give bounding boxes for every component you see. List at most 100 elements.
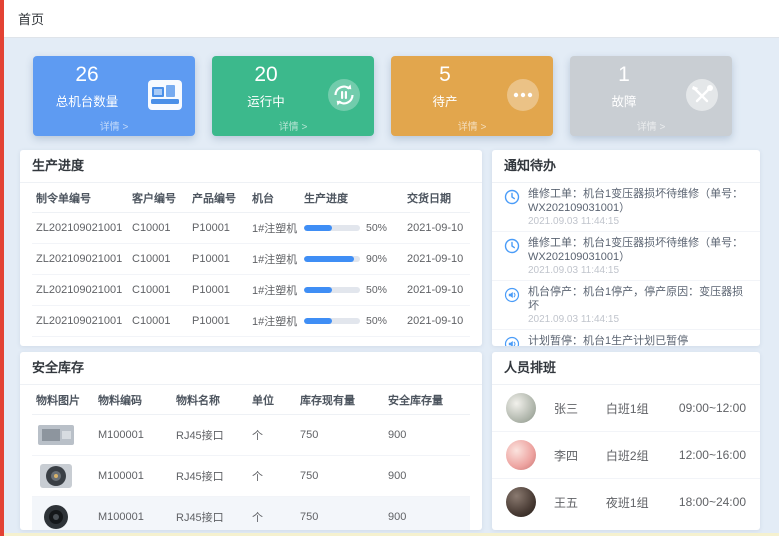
inventory-row: M100001 RJ45接口 个 750 900 bbox=[32, 456, 470, 497]
inventory-header-row: 物料图片 物料编码 物料名称 单位 库存现有量 安全库存量 bbox=[32, 385, 470, 415]
material-name: RJ45接口 bbox=[172, 456, 248, 497]
employee-name: 张三 bbox=[554, 400, 606, 417]
progress-cell: 50% bbox=[300, 213, 403, 244]
dashboard-screen: 首页 26 总机台数量 详情 > 20 运行中 详情 > 5 待产 详情 > 1… bbox=[0, 0, 779, 536]
production-row: ZL202109021001 C10001 P10001 1#注塑机 50% 2… bbox=[32, 213, 470, 244]
column-header: 物料图片 bbox=[32, 385, 94, 415]
progress-cell: 50% bbox=[300, 306, 403, 337]
shift-time: 09:00~12:00 bbox=[679, 401, 746, 415]
notification-item[interactable]: 机台停产：机台1停产，停产原因：变压器损坏 2021.09.03 11:44:1… bbox=[492, 281, 760, 330]
column-header: 物料名称 bbox=[172, 385, 248, 415]
detail-link[interactable]: 详情 > bbox=[33, 118, 195, 133]
notification-item[interactable]: 维修工单：机台1变压器损坏待维修（单号：WX202109031001） 2021… bbox=[492, 183, 760, 232]
machine-name: 1#注塑机 bbox=[248, 306, 300, 337]
panel-title-inventory: 安全库存 bbox=[20, 352, 482, 385]
progress-text: 50% bbox=[366, 222, 387, 234]
delivery-date: 2021-09-10 bbox=[403, 213, 470, 244]
order-number: ZL202109021001 bbox=[32, 306, 128, 337]
column-header: 生产进度 bbox=[300, 183, 403, 213]
tools-icon bbox=[684, 77, 720, 113]
clock-icon bbox=[504, 189, 520, 205]
shift-time: 18:00~24:00 bbox=[679, 495, 746, 509]
material-code: M100001 bbox=[94, 497, 172, 531]
column-header: 机台 bbox=[248, 183, 300, 213]
column-header: 制令单编号 bbox=[32, 183, 128, 213]
progress-fill bbox=[304, 256, 354, 262]
column-header: 客户编号 bbox=[128, 183, 188, 213]
inventory-table: 物料图片 物料编码 物料名称 单位 库存现有量 安全库存量 M100001 RJ… bbox=[32, 385, 470, 530]
customer-number: C10001 bbox=[128, 213, 188, 244]
notification-body: 维修工单：机台1变压器损坏待维修（单号：WX202109031001） 2021… bbox=[528, 187, 748, 227]
tab-home[interactable]: 首页 bbox=[18, 9, 44, 28]
progress-text: 50% bbox=[366, 315, 387, 327]
column-header: 库存现有量 bbox=[296, 385, 384, 415]
notification-body: 计划暂停：机台1生产计划已暂停 2021.09.03 11:44:15 bbox=[528, 334, 688, 346]
stat-label: 待产 bbox=[391, 91, 499, 110]
progress-track bbox=[304, 225, 360, 231]
column-header: 单位 bbox=[248, 385, 296, 415]
detail-link[interactable]: 详情 > bbox=[570, 118, 732, 133]
product-number: P10001 bbox=[188, 244, 248, 275]
detail-link[interactable]: 详情 > bbox=[391, 118, 553, 133]
panel-title-production: 生产进度 bbox=[20, 150, 482, 183]
material-code: M100001 bbox=[94, 456, 172, 497]
avatar bbox=[506, 393, 536, 423]
progress-text: 50% bbox=[366, 284, 387, 296]
shift-time: 12:00~16:00 bbox=[679, 448, 746, 462]
production-row: ZL202109021001 C10001 P10001 1#注塑机 50% 2… bbox=[32, 337, 470, 347]
notifications-panel: 通知待办 维修工单：机台1变压器损坏待维修（单号：WX202109031001）… bbox=[492, 150, 760, 346]
avatar bbox=[506, 487, 536, 517]
safety-quantity: 900 bbox=[384, 415, 470, 456]
stat-value: 20 bbox=[212, 63, 320, 87]
notification-list: 维修工单：机台1变压器损坏待维修（单号：WX202109031001） 2021… bbox=[492, 183, 760, 346]
customer-number: C10001 bbox=[128, 275, 188, 306]
machine-name: 1#注塑机 bbox=[248, 337, 300, 347]
progress-track bbox=[304, 318, 360, 324]
notification-body: 机台停产：机台1停产，停产原因：变压器损坏 2021.09.03 11:44:1… bbox=[528, 285, 748, 325]
progress-fill bbox=[304, 225, 332, 231]
notification-text: 维修工单：机台1变压器损坏待维修（单号：WX202109031001） bbox=[528, 187, 748, 215]
machine-name: 1#注塑机 bbox=[248, 213, 300, 244]
notification-text: 机台停产：机台1停产，停产原因：变压器损坏 bbox=[528, 285, 748, 313]
delivery-date: 2021-09-10 bbox=[403, 275, 470, 306]
running-icon bbox=[326, 77, 362, 113]
stat-card-total-machines: 26 总机台数量 详情 > bbox=[33, 56, 195, 136]
column-header: 交货日期 bbox=[403, 183, 470, 213]
topbar: 首页 bbox=[4, 0, 779, 38]
stat-value: 26 bbox=[33, 63, 141, 87]
customer-number: C10001 bbox=[128, 337, 188, 347]
personnel-schedule-panel: 人员排班 张三 白班1组 09:00~12:00 李四 白班2组 12:00~1… bbox=[492, 352, 760, 530]
stat-label: 运行中 bbox=[212, 91, 320, 110]
notification-time: 2021.09.03 11:44:15 bbox=[528, 265, 748, 276]
material-unit: 个 bbox=[248, 415, 296, 456]
product-number: P10001 bbox=[188, 213, 248, 244]
shift-label: 白班2组 bbox=[606, 447, 679, 464]
notification-text: 计划暂停：机台1生产计划已暂停 bbox=[528, 334, 688, 346]
progress-track bbox=[304, 256, 360, 262]
progress-cell: 50% bbox=[300, 275, 403, 306]
material-image-speaker bbox=[36, 503, 76, 530]
notification-time: 2021.09.03 11:44:15 bbox=[528, 314, 748, 325]
notification-item[interactable]: 计划暂停：机台1生产计划已暂停 2021.09.03 11:44:15 bbox=[492, 330, 760, 346]
clock-icon bbox=[504, 238, 520, 254]
order-number: ZL202109021001 bbox=[32, 337, 128, 347]
schedule-row: 李四 白班2组 12:00~16:00 bbox=[492, 432, 760, 479]
stat-value: 5 bbox=[391, 63, 499, 87]
safety-quantity: 900 bbox=[384, 456, 470, 497]
material-unit: 个 bbox=[248, 456, 296, 497]
panel-title-notifications: 通知待办 bbox=[492, 150, 760, 183]
notification-item[interactable]: 维修工单：机台1变压器损坏待维修（单号：WX202109031001） 2021… bbox=[492, 232, 760, 281]
material-name: RJ45接口 bbox=[172, 497, 248, 531]
material-image-cell bbox=[32, 456, 94, 497]
production-progress-panel: 生产进度 制令单编号 客户编号 产品编号 机台 生产进度 交货日期 Z bbox=[20, 150, 482, 346]
production-table: 制令单编号 客户编号 产品编号 机台 生产进度 交货日期 ZL202109021… bbox=[32, 183, 470, 346]
notification-time: 2021.09.03 11:44:15 bbox=[528, 216, 748, 227]
material-image-cell bbox=[32, 415, 94, 456]
detail-link[interactable]: 详情 > bbox=[212, 118, 374, 133]
shift-label: 夜班1组 bbox=[606, 494, 679, 511]
progress-fill bbox=[304, 287, 332, 293]
stat-card-running: 20 运行中 详情 > bbox=[212, 56, 374, 136]
material-image-cell bbox=[32, 497, 94, 531]
notification-body: 维修工单：机台1变压器损坏待维修（单号：WX202109031001） 2021… bbox=[528, 236, 748, 276]
machine-name: 1#注塑机 bbox=[248, 275, 300, 306]
